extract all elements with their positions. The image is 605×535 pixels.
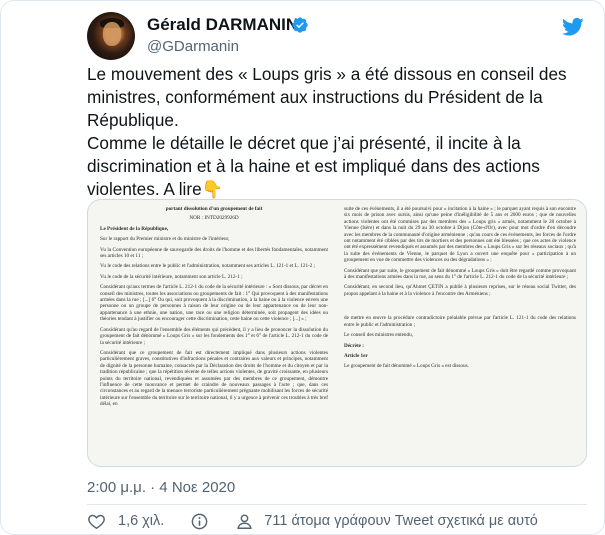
document-paragraph: Considérant que ce groupement de fait es… bbox=[100, 349, 328, 408]
like-count: 1,6 χιλ. bbox=[118, 513, 165, 529]
tweet-card: Gérald DARMANIN @GDarmanin Le mouvement … bbox=[0, 0, 605, 535]
like-button[interactable]: 1,6 χιλ. bbox=[87, 512, 164, 531]
document-nor: NOR : INTD2029926D bbox=[189, 215, 239, 222]
document-paragraph: Considérant qu'au regard de l'ensemble d… bbox=[100, 326, 328, 346]
attached-document-image[interactable]: portant dissolution d'un groupement de f… bbox=[87, 199, 587, 467]
twitter-bird-icon[interactable] bbox=[562, 17, 584, 37]
document-paragraph: Considérant que par suite, le groupement… bbox=[344, 267, 576, 281]
verified-badge-icon bbox=[292, 17, 308, 33]
document-spacer bbox=[344, 301, 576, 315]
document-paragraph: Le groupement de fait dénommé « Loups Gr… bbox=[344, 363, 469, 370]
document-paragraph: Considérant qu'aux termes de l'article L… bbox=[100, 284, 328, 323]
people-talking-text: 711 άτομα γράφουν Tweet σχετικά με αυτό bbox=[264, 513, 538, 529]
heart-icon bbox=[88, 514, 105, 529]
document-paragraph: de mettre en œuvre la procédure contradi… bbox=[344, 315, 576, 328]
document-paragraph: Sur le rapport du Premier ministre et du… bbox=[100, 236, 230, 243]
document-left-column: portant dissolution d'un groupement de f… bbox=[100, 206, 328, 412]
document-article-label: Article 1er bbox=[344, 352, 368, 359]
author-handle[interactable]: @GDarmanin bbox=[147, 38, 239, 55]
document-heading: portant dissolution d'un groupement de f… bbox=[165, 206, 263, 212]
document-paragraph: suite de ces événements, il a été poursu… bbox=[344, 206, 576, 264]
document-scan: portant dissolution d'un groupement de f… bbox=[88, 200, 586, 466]
tweet-actions: 1,6 χιλ. 711 άτομα γράφουν Tweet σχετικά… bbox=[87, 510, 538, 532]
tweet-paragraph-1: Le mouvement des « Loups gris » a été di… bbox=[87, 64, 567, 130]
document-decree-label: Décrète : bbox=[344, 342, 365, 349]
document-paragraph: Vu le code de la sécurité intérieure, no… bbox=[100, 273, 243, 280]
tweet-timestamp[interactable]: 2:00 μ.μ. · 4 Νοε 2020 bbox=[87, 479, 235, 496]
document-paragraph: Le conseil des ministres entendu, bbox=[344, 332, 414, 339]
author-name[interactable]: Gérald DARMANIN bbox=[147, 15, 298, 35]
document-paragraph: Le Président de la République, bbox=[100, 225, 169, 232]
info-icon bbox=[191, 513, 208, 529]
avatar[interactable] bbox=[87, 12, 135, 60]
divider bbox=[87, 504, 587, 505]
people-icon bbox=[237, 513, 252, 529]
tweet-text: Le mouvement des « Loups gris » a été di… bbox=[87, 63, 587, 201]
document-right-column: suite de ces événements, il a été poursu… bbox=[344, 206, 576, 374]
document-paragraph: Vu le code des relations entre le public… bbox=[100, 263, 316, 270]
document-paragraph: Vu la Convention européenne de sauvegard… bbox=[100, 246, 328, 260]
info-button[interactable] bbox=[190, 512, 209, 531]
document-paragraph: Considérant, en second lieu, qu'Ahmet ÇE… bbox=[344, 284, 576, 297]
tweet-paragraph-2: Comme le détaille le décret que j’ai pré… bbox=[87, 133, 540, 199]
people-talking-link[interactable]: 711 άτομα γράφουν Tweet σχετικά με αυτό bbox=[235, 512, 538, 531]
avatar-face bbox=[103, 22, 121, 46]
